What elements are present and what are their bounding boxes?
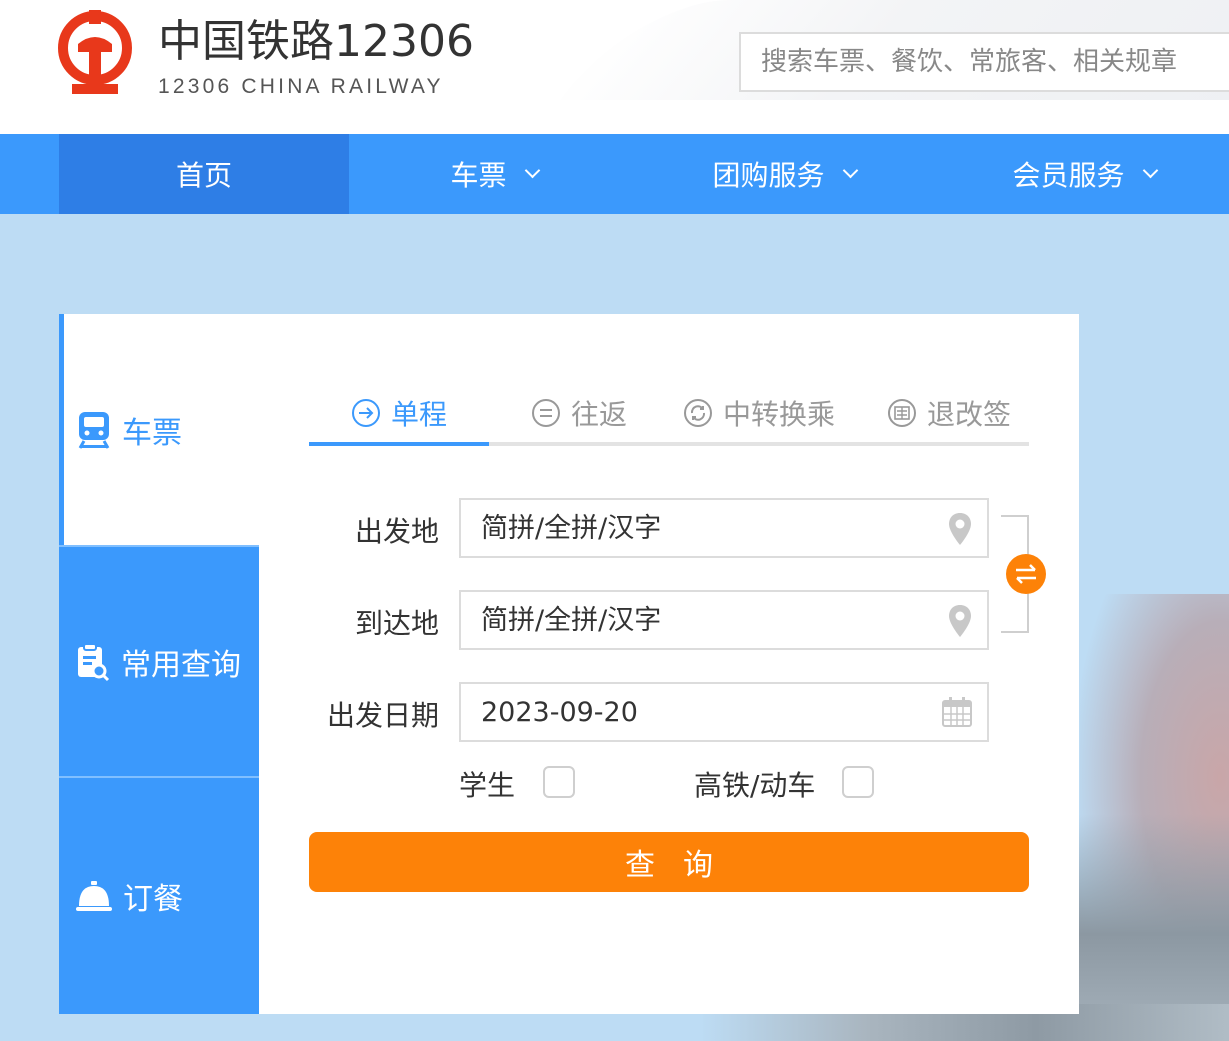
- trip-type-tabs: 单程 往返 中转换乘 退改签: [309, 384, 1029, 446]
- swap-arrows-icon: [1016, 564, 1036, 584]
- header: 中国铁路12306 12306 CHINA RAILWAY: [0, 0, 1229, 134]
- site-search-box: [739, 32, 1229, 92]
- tab-one-way[interactable]: 单程: [309, 384, 489, 446]
- from-station-field: [459, 498, 989, 558]
- student-label: 学生: [459, 769, 516, 802]
- nav-item-member-services[interactable]: 会员服务: [939, 134, 1229, 214]
- nav-item-group-services[interactable]: 团购服务: [639, 134, 929, 214]
- chevron-down-icon: [842, 162, 858, 178]
- train-icon: [78, 411, 110, 449]
- departure-date-field: [459, 682, 989, 742]
- departure-date-label: 出发日期: [326, 699, 439, 732]
- chevron-down-icon: [524, 162, 540, 178]
- tab-label: 退改签: [926, 398, 1011, 431]
- tab-refund-change[interactable]: 退改签: [869, 384, 1029, 442]
- to-station-label: 到达地: [354, 607, 439, 640]
- nav-item-label: 首页: [175, 159, 232, 192]
- tab-transfer[interactable]: 中转换乘: [669, 384, 849, 442]
- arrow-circle-icon: [351, 399, 380, 427]
- high-speed-checkbox[interactable]: [842, 766, 874, 798]
- tab-label: 中转换乘: [722, 398, 835, 431]
- ticket-search-card: 车票 常用查询 订餐 单程 往返 中转换乘 退改签 出发地 简拼/全拼/汉字 到…: [59, 314, 1079, 1014]
- sidebar-item-label: 订餐: [123, 882, 183, 917]
- site-search-input[interactable]: [741, 34, 1229, 90]
- clipboard-search-icon: [78, 642, 110, 681]
- brand-title: 中国铁路12306: [158, 16, 474, 67]
- calendar-icon[interactable]: [941, 696, 973, 728]
- refresh-circle-icon: [683, 399, 712, 427]
- sidebar-item-tickets[interactable]: 车票: [59, 314, 259, 545]
- departure-date-input[interactable]: [461, 684, 987, 740]
- query-button[interactable]: 查询: [309, 832, 1029, 892]
- from-station-input[interactable]: [461, 500, 987, 556]
- china-railway-logo-icon: [58, 10, 132, 94]
- from-station-label: 出发地: [354, 515, 439, 548]
- location-pin-icon: [949, 605, 971, 637]
- tab-label: 往返: [570, 398, 627, 431]
- brand-subtitle: 12306 CHINA RAILWAY: [158, 75, 444, 98]
- location-pin-icon: [949, 513, 971, 545]
- sidebar-item-common-queries[interactable]: 常用查询: [59, 545, 259, 776]
- nav-item-label: 车票: [450, 159, 507, 192]
- nav-item-tickets[interactable]: 车票: [349, 134, 639, 214]
- card-sidebar: 车票 常用查询 订餐: [59, 314, 259, 1014]
- nav-item-home[interactable]: 首页: [59, 134, 349, 214]
- to-station-field: [459, 590, 989, 650]
- swap-stations-button[interactable]: [1006, 554, 1046, 594]
- chevron-down-icon: [1142, 162, 1158, 178]
- service-bell-icon: [76, 881, 112, 911]
- high-speed-label: 高铁/动车: [694, 769, 816, 802]
- sidebar-item-meal-order[interactable]: 订餐: [59, 776, 259, 1014]
- student-checkbox[interactable]: [543, 766, 575, 798]
- equals-circle-icon: [531, 399, 560, 427]
- tab-round-trip[interactable]: 往返: [509, 384, 649, 442]
- sidebar-item-label: 常用查询: [121, 647, 241, 683]
- ticket-circle-icon: [887, 399, 916, 427]
- tab-label: 单程: [390, 398, 447, 431]
- main-nav: 首页 车票 团购服务 会员服务: [0, 134, 1229, 214]
- nav-item-label: 会员服务: [1012, 159, 1125, 192]
- sidebar-item-label: 车票: [122, 415, 182, 451]
- nav-item-label: 团购服务: [712, 159, 825, 192]
- to-station-input[interactable]: [461, 592, 987, 648]
